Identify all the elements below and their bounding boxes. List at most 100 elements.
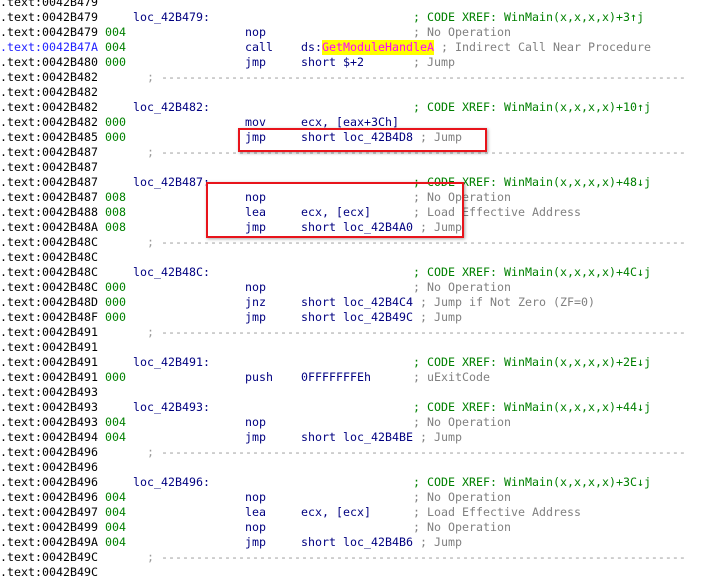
address[interactable]: .text:0042B48C [0,265,98,280]
listing-line[interactable]: .text:0042B493 loc_42B493: ; CODE XREF: Wi… [0,400,728,415]
address[interactable]: .text:0042B49C [0,550,98,565]
mnemonic[interactable]: push [245,370,273,385]
listing-line[interactable]: .text:0042B488 008 lea ecx, [ecx] ; Load Eff… [0,205,728,220]
address[interactable]: .text:0042B49C [0,565,98,580]
mnemonic[interactable]: lea [245,505,266,520]
address[interactable]: .text:0042B493 [0,400,98,415]
mnemonic[interactable]: nop [245,490,266,505]
listing-line[interactable]: .text:0042B48C ; ------------------------… [0,235,728,250]
address[interactable]: .text:0042B496 [0,460,98,475]
listing-line[interactable]: .text:0042B482 [0,85,728,100]
code-label[interactable]: loc_42B48C: [133,265,210,280]
listing-line[interactable]: .text:0042B487 [0,160,728,175]
listing-line[interactable]: .text:0042B479 loc_42B479: ; CODE XREF: Wi… [0,10,728,25]
address[interactable]: .text:0042B496 [0,475,98,490]
address[interactable]: .text:0042B493 [0,415,98,430]
address[interactable]: .text:0042B497 [0,505,98,520]
listing-line[interactable]: .text:0042B493 004 nop ; No Operation [0,415,728,430]
address[interactable]: .text:0042B479 [0,0,98,10]
listing-line[interactable]: .text:0042B479 004 nop ; No Operation [0,25,728,40]
xref-comment[interactable]: ; CODE XREF: WinMain(x,x,x,x)+44↓j [413,400,651,415]
code-label[interactable]: loc_42B491: [133,355,210,370]
mnemonic[interactable]: call [245,40,273,55]
listing-line[interactable]: .text:0042B496 [0,460,728,475]
address[interactable]: .text:0042B496 [0,445,98,460]
address[interactable]: .text:0042B499 [0,520,98,535]
listing-line[interactable]: .text:0042B48C 000 nop ; No Operation [0,280,728,295]
mnemonic[interactable]: jmp [245,430,266,445]
listing-line[interactable]: .text:0042B496 004 nop ; No Operation [0,490,728,505]
mnemonic[interactable]: nop [245,25,266,40]
address[interactable]: .text:0042B487 [0,190,98,205]
mnemonic[interactable]: nop [245,280,266,295]
code-label[interactable]: loc_42B482: [133,100,210,115]
mnemonic[interactable]: nop [245,415,266,430]
listing-line[interactable]: .text:0042B494 004 jmp short loc_42B4BE ; Ju… [0,430,728,445]
operand[interactable]: short loc_42B4BE [301,430,413,445]
listing-line[interactable]: .text:0042B48C loc_42B48C: ; CODE XREF: Wi… [0,265,728,280]
operand[interactable]: short loc_42B49C [301,310,413,325]
address[interactable]: .text:0042B48C [0,280,98,295]
address[interactable]: .text:0042B47A [0,40,98,55]
operand[interactable]: 0FFFFFFFEh [301,370,371,385]
address[interactable]: .text:0042B48A [0,220,98,235]
address[interactable]: .text:0042B496 [0,490,98,505]
address[interactable]: .text:0042B491 [0,340,98,355]
listing-line[interactable]: .text:0042B48D 000 jnz short loc_42B4C4 ; Ju… [0,295,728,310]
operand[interactable]: ecx, [ecx] [301,505,371,520]
listing-line[interactable]: .text:0042B49A 004 jmp short loc_42B4B6 ; Ju… [0,535,728,550]
mnemonic[interactable]: jmp [245,55,266,70]
mnemonic[interactable]: jmp [245,130,266,145]
code-label[interactable]: loc_42B487: [133,175,210,190]
operand[interactable]: ds: [301,40,322,55]
address[interactable]: .text:0042B487 [0,160,98,175]
listing-line[interactable]: .text:0042B496 ; ------------------------… [0,445,728,460]
address[interactable]: .text:0042B49A [0,535,98,550]
operand[interactable]: short loc_42B4A0 [301,220,413,235]
address[interactable]: .text:0042B485 [0,130,98,145]
listing-line[interactable]: .text:0042B482 000 mov ecx, [eax+3Ch] [0,115,728,130]
xref-comment[interactable]: ; CODE XREF: WinMain(x,x,x,x)+3↑j [413,10,644,25]
xref-comment[interactable]: ; CODE XREF: WinMain(x,x,x,x)+48↓j [413,175,651,190]
address[interactable]: .text:0042B48F [0,310,98,325]
listing-line[interactable]: .text:0042B496 loc_42B496: ; CODE XREF: Wi… [0,475,728,490]
listing-line[interactable]: .text:0042B47A 004 call ds: GetModuleHandleA… [0,39,728,55]
code-label[interactable]: loc_42B493: [133,400,210,415]
address[interactable]: .text:0042B479 [0,25,98,40]
address[interactable]: .text:0042B487 [0,145,98,160]
address[interactable]: .text:0042B493 [0,385,98,400]
operand[interactable]: ecx, [eax+3Ch] [301,115,399,130]
address[interactable]: .text:0042B482 [0,100,98,115]
listing-line[interactable]: .text:0042B485 000 jmp short loc_42B4D8 ; Ju… [0,130,728,145]
mnemonic[interactable]: nop [245,520,266,535]
code-label[interactable]: loc_42B496: [133,475,210,490]
listing-line[interactable]: .text:0042B491 ; ------------------------… [0,325,728,340]
code-label[interactable]: loc_42B479: [133,10,210,25]
operand-highlighted-name[interactable]: GetModuleHandleA [322,39,434,55]
address[interactable]: .text:0042B48D [0,295,98,310]
mnemonic[interactable]: lea [245,205,266,220]
listing-line[interactable]: .text:0042B491 [0,340,728,355]
listing-line[interactable]: .text:0042B479 [0,0,728,10]
listing-line[interactable]: .text:0042B493 [0,385,728,400]
mnemonic[interactable]: mov [245,115,266,130]
operand[interactable]: short $+2 [301,55,364,70]
mnemonic[interactable]: jmp [245,310,266,325]
listing-line[interactable]: .text:0042B487 ; ------------------------… [0,145,728,160]
listing-line[interactable]: .text:0042B497 004 lea ecx, [ecx] ; Load Eff… [0,505,728,520]
mnemonic[interactable]: jmp [245,220,266,235]
operand[interactable]: short loc_42B4D8 [301,130,413,145]
operand[interactable]: short loc_42B4B6 [301,535,413,550]
xref-comment[interactable]: ; CODE XREF: WinMain(x,x,x,x)+4C↓j [413,265,651,280]
listing-line[interactable]: .text:0042B491 loc_42B491: ; CODE XREF: Wi… [0,355,728,370]
address[interactable]: .text:0042B482 [0,115,98,130]
listing-line[interactable]: .text:0042B482 ; ------------------------… [0,70,728,85]
xref-comment[interactable]: ; CODE XREF: WinMain(x,x,x,x)+3C↓j [413,475,651,490]
listing-line[interactable]: .text:0042B499 004 nop ; No Operation [0,520,728,535]
operand[interactable]: ecx, [ecx] [301,205,371,220]
operand[interactable]: short loc_42B4C4 [301,295,413,310]
listing-line[interactable]: .text:0042B482 loc_42B482: ; CODE XREF: Wi… [0,100,728,115]
address[interactable]: .text:0042B48C [0,235,98,250]
address[interactable]: .text:0042B491 [0,325,98,340]
listing-line[interactable]: .text:0042B480 000 jmp short $+2 ; Jump [0,55,728,70]
